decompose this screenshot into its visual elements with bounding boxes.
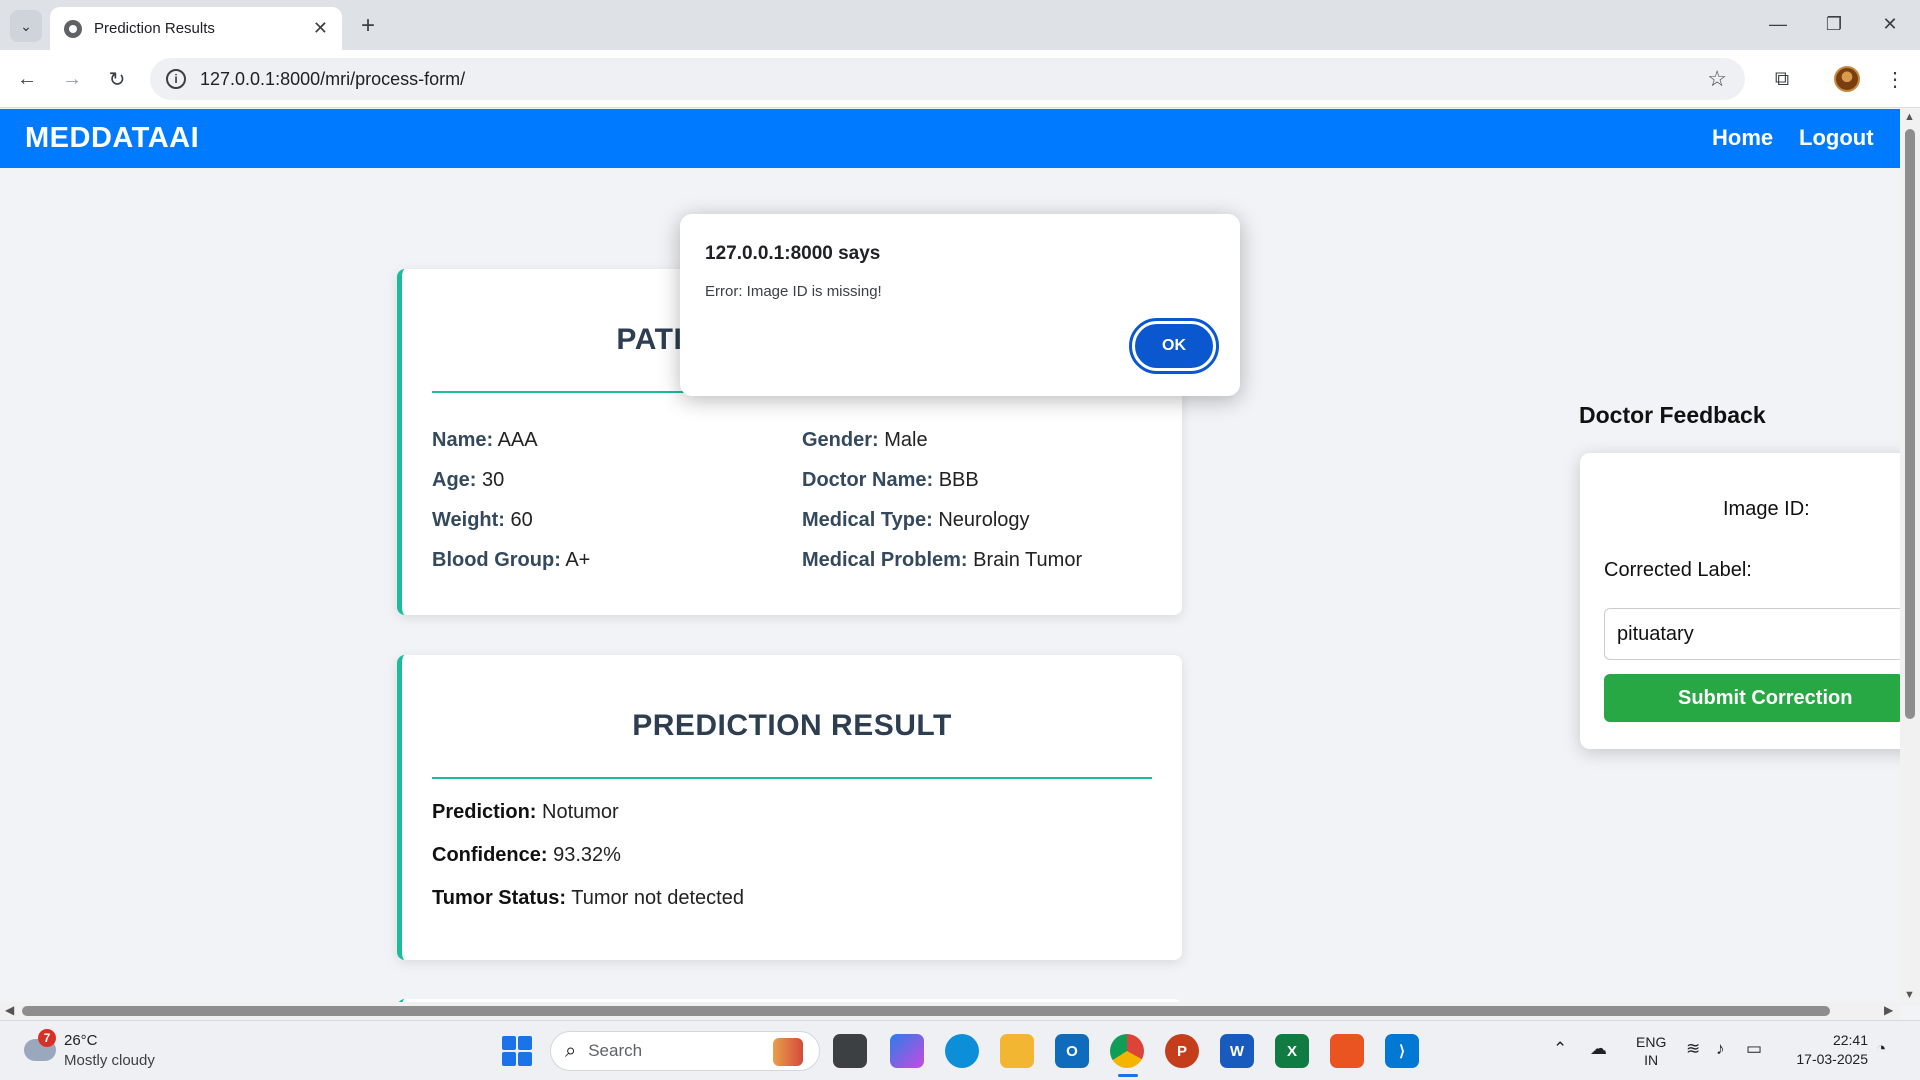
volume-icon[interactable]: ♪ <box>1716 1039 1725 1059</box>
weather-widget[interactable]: 7 26°C Mostly cloudy <box>22 1029 182 1073</box>
submit-correction-button[interactable]: Submit Correction <box>1604 674 1900 722</box>
powerpoint-icon[interactable]: P <box>1165 1034 1199 1068</box>
weather-temperature: 26°C <box>64 1032 98 1049</box>
scroll-right-icon[interactable]: ▶ <box>1884 1003 1893 1017</box>
field-name: Name: AAA <box>432 429 538 451</box>
task-view-icon[interactable] <box>833 1034 867 1068</box>
active-app-indicator <box>1118 1074 1138 1077</box>
edge-icon[interactable] <box>945 1034 979 1068</box>
corrected-label-input[interactable] <box>1604 608 1900 660</box>
site-info-icon[interactable]: i <box>166 69 186 89</box>
language-indicator[interactable]: ENG IN <box>1636 1033 1666 1069</box>
browser-tab-strip: ⌄ Prediction Results ✕ + — ❐ ✕ <box>0 0 1920 50</box>
profile-avatar[interactable] <box>1830 62 1864 96</box>
field-doctor-name: Doctor Name: BBB <box>802 469 979 491</box>
field-weight: Weight: 60 <box>432 509 533 531</box>
search-highlight-icon <box>773 1038 803 1066</box>
field-medical-problem: Medical Problem: Brain Tumor <box>802 549 1083 571</box>
alert-dialog: 127.0.0.1:8000 says Error: Image ID is m… <box>680 214 1240 396</box>
vertical-scrollbar[interactable]: ▲ ▼ <box>1900 109 1920 1005</box>
field-prediction: Prediction: Notumor <box>432 801 619 823</box>
nav-home-link[interactable]: Home <box>1712 125 1773 151</box>
tab-search-button[interactable]: ⌄ <box>10 10 42 42</box>
prediction-result-card: PREDICTION RESULT Prediction: Notumor Co… <box>397 655 1182 960</box>
ubuntu-icon[interactable] <box>1330 1034 1364 1068</box>
feedback-title: Doctor Feedback <box>1579 402 1766 428</box>
chrome-icon[interactable] <box>1110 1034 1144 1068</box>
menu-kebab-icon[interactable]: ⋮ <box>1878 62 1912 96</box>
feedback-card: Image ID: Corrected Label: Submit Correc… <box>1580 453 1900 749</box>
divider <box>432 777 1152 779</box>
chevron-down-icon: ⌄ <box>20 17 32 34</box>
site-brand[interactable]: MEDDATAAI <box>25 122 199 155</box>
minimize-icon[interactable]: — <box>1750 8 1806 40</box>
battery-icon[interactable]: ▭ <box>1746 1039 1762 1059</box>
system-clock[interactable]: 22:41 17-03-2025 <box>1784 1031 1868 1069</box>
bookmark-star-icon[interactable]: ☆ <box>1707 66 1727 92</box>
field-medical-type: Medical Type: Neurology <box>802 509 1030 531</box>
field-confidence: Confidence: 93.32% <box>432 844 621 866</box>
forward-icon[interactable]: → <box>55 62 89 96</box>
onedrive-icon[interactable]: ☁ <box>1590 1039 1607 1059</box>
windows-start-icon[interactable] <box>502 1036 532 1066</box>
dialog-ok-button[interactable]: OK <box>1129 318 1219 374</box>
extensions-icon[interactable]: ⧉ <box>1765 62 1799 96</box>
notification-icon[interactable]: ◔ <box>1876 1039 1886 1059</box>
address-url[interactable]: 127.0.0.1:8000/mri/process-form/ <box>200 69 465 90</box>
dialog-title: 127.0.0.1:8000 says <box>705 243 881 264</box>
wifi-icon[interactable]: ≋ <box>1686 1039 1700 1059</box>
vertical-scroll-thumb[interactable] <box>1905 129 1915 719</box>
excel-icon[interactable]: X <box>1275 1034 1309 1068</box>
browser-tab[interactable]: Prediction Results ✕ <box>50 7 342 50</box>
tab-title: Prediction Results <box>94 20 215 37</box>
globe-icon <box>64 19 82 38</box>
new-tab-button[interactable]: + <box>352 10 384 42</box>
reload-icon[interactable]: ↻ <box>100 62 134 96</box>
restore-icon[interactable]: ❐ <box>1806 8 1862 40</box>
taskbar-search[interactable]: ⌕ Search <box>550 1031 820 1071</box>
taskbar-search-label: Search <box>588 1041 643 1060</box>
horizontal-scroll-thumb[interactable] <box>22 1006 1830 1016</box>
weather-badge: 7 <box>38 1029 56 1047</box>
dialog-message: Error: Image ID is missing! <box>705 283 882 300</box>
nav-logout-link[interactable]: Logout <box>1799 125 1874 151</box>
field-gender: Gender: Male <box>802 429 928 451</box>
address-bar[interactable]: i 127.0.0.1:8000/mri/process-form/ ☆ <box>150 58 1745 100</box>
image-id-label: Image ID: <box>1723 498 1810 520</box>
browser-toolbar: ← → ↻ i 127.0.0.1:8000/mri/process-form/… <box>0 50 1920 108</box>
site-navbar: MEDDATAAI Home Logout <box>0 109 1900 168</box>
scroll-left-icon[interactable]: ◀ <box>5 1003 14 1017</box>
tray-chevron-up-icon[interactable]: ⌃ <box>1553 1039 1567 1059</box>
field-age: Age: 30 <box>432 469 505 491</box>
file-explorer-icon[interactable] <box>1000 1034 1034 1068</box>
weather-description: Mostly cloudy <box>64 1052 155 1069</box>
horizontal-scrollbar[interactable]: ◀ ▶ <box>0 1002 1900 1020</box>
back-icon[interactable]: ← <box>10 62 44 96</box>
scroll-up-icon[interactable]: ▲ <box>1904 111 1915 123</box>
field-tumor-status: Tumor Status: Tumor not detected <box>432 887 744 909</box>
close-icon[interactable]: ✕ <box>313 18 328 39</box>
windows-taskbar: 7 26°C Mostly cloudy ⌕ Search O P W X ⟩ … <box>0 1020 1920 1080</box>
scroll-down-icon[interactable]: ▼ <box>1904 989 1915 1001</box>
search-icon: ⌕ <box>565 1039 577 1062</box>
vscode-icon[interactable]: ⟩ <box>1385 1034 1419 1068</box>
field-blood-group: Blood Group: A+ <box>432 549 591 571</box>
window-close-icon[interactable]: ✕ <box>1862 8 1918 40</box>
prediction-result-heading: PREDICTION RESULT <box>632 709 952 742</box>
outlook-icon[interactable]: O <box>1055 1034 1089 1068</box>
page-viewport: MEDDATAAI Home Logout PATIENT INFORMATIO… <box>0 109 1900 1005</box>
word-icon[interactable]: W <box>1220 1034 1254 1068</box>
copilot-icon[interactable] <box>890 1034 924 1068</box>
corrected-label-label: Corrected Label: <box>1604 559 1752 581</box>
